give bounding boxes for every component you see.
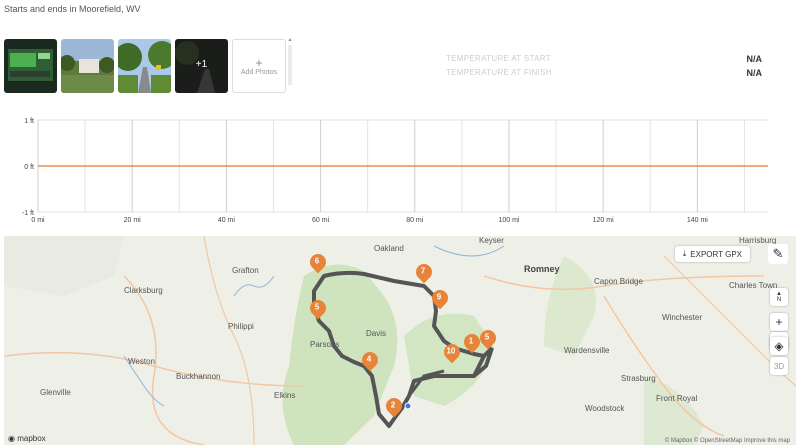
photo-thumbnail-3[interactable] [118,39,171,93]
city-label: Elkins [274,391,296,400]
photo-thumbnail-2[interactable] [61,39,114,93]
3d-toggle-button[interactable]: 3D [770,357,788,375]
3d-label: 3D [773,361,785,371]
chart-x-tick-label: 120 mi [593,217,614,224]
chart-x-tick-label: 60 mi [312,217,330,224]
chart-x-tick-label: 40 mi [218,217,236,224]
city-label: Romney [524,264,560,274]
temperature-start-label: TEMPERATURE AT START [446,54,551,63]
chart-x-tick-label: 140 mi [687,217,708,224]
city-label: Keyser [479,236,504,245]
city-label: Woodstock [585,404,625,413]
city-label: Weston [128,357,155,366]
route-map[interactable]: Oakland Keyser Romney Grafton Clarksburg… [4,236,796,445]
chart-x-tick-label: 100 mi [498,217,519,224]
scrollbar-track[interactable] [288,45,292,85]
zoom-in-icon: + [775,315,783,329]
scroll-up-arrow-icon[interactable]: ▲ [286,37,294,43]
temperature-panel: TEMPERATURE AT START N/A TEMPERATURE AT … [446,52,762,80]
photo-strip: +1 + Add Photos [4,39,286,93]
photo-thumbnail-1[interactable] [4,39,57,93]
city-label: Glenville [40,388,71,397]
city-label: Front Royal [656,394,698,403]
city-label: Oakland [374,244,404,253]
export-gpx-label: EXPORT GPX [690,249,742,259]
city-label: Capon Bridge [594,277,643,286]
export-gpx-button[interactable]: ⤓ EXPORT GPX [674,246,750,262]
map-canvas[interactable] [4,236,796,445]
layers-icon: ◈ [774,339,784,353]
download-icon: ⤓ [682,249,687,258]
city-label: Winchester [662,313,703,322]
temperature-start-value: N/A [746,54,763,64]
plus-icon: + [255,55,263,70]
city-label: Strasburg [621,374,656,383]
temperature-start-row: TEMPERATURE AT START N/A [446,52,762,66]
temperature-finish-label: TEMPERATURE AT FINISH [446,68,552,77]
temperature-finish-value: N/A [746,68,763,78]
page-subtitle: Starts and ends in Moorefield, WV [4,4,141,14]
add-photos-label: Add Photos [240,68,278,76]
elevation-chart[interactable]: 1 ft 0 ft -1 ft0 mi 20 mi 40 mi 60 mi 80 mi 100… [0,112,800,227]
chart-x-tick-label: 20 mi [124,217,142,224]
chart-y-tick-label: -1 ft [22,210,34,217]
edit-route-button[interactable]: ✎ [768,244,788,264]
photo-scrollbar[interactable]: ▲ [286,37,294,93]
chart-y-tick-label: 0 ft [24,164,34,171]
city-label: Buckhannon [176,372,221,381]
more-photos-count: +1 [195,59,208,70]
city-label: Philippi [228,322,254,331]
pencil-icon: ✎ [772,246,784,261]
temperature-finish-row: TEMPERATURE AT FINISH N/A [446,66,762,80]
chart-y-tick-label: 1 ft [24,118,34,125]
city-label: Grafton [232,266,259,275]
city-label: Davis [366,329,387,338]
chart-x-tick-label: 80 mi [406,217,424,224]
compass-button[interactable]: ▲ N [770,288,788,306]
compass-label: N [776,297,782,303]
add-photos-button[interactable]: + Add Photos [232,39,286,93]
layers-button[interactable]: ◈ [770,337,788,355]
map-attribution[interactable]: © Mapbox © OpenStreetMap Improve this ma… [665,438,790,444]
chart-x-tick-label: 0 mi [31,217,45,224]
city-label: Wardensville [564,346,610,355]
zoom-in-button[interactable]: + [770,313,788,331]
mapbox-logo[interactable]: ◉ mapbox [8,434,46,443]
city-label: Parsons [310,340,340,349]
city-label: Clarksburg [124,286,163,295]
photo-thumbnail-more[interactable]: +1 [175,39,228,93]
